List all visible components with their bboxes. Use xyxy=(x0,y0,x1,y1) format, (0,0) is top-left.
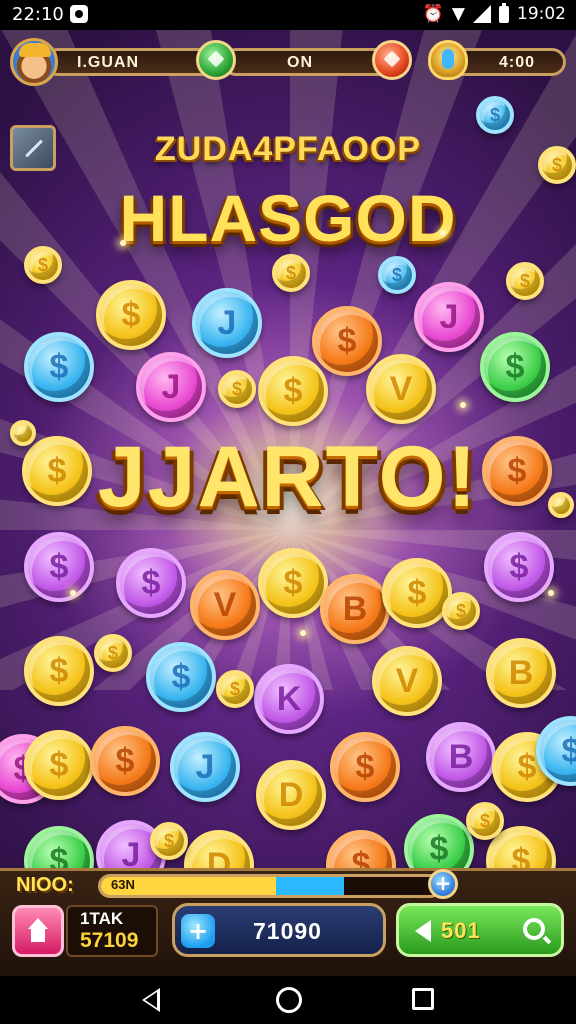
banner-subtitle: ZUDA4PFAOOP xyxy=(154,130,422,168)
back-icon[interactable] xyxy=(142,988,160,1012)
coin: D xyxy=(256,760,326,830)
coin: $ xyxy=(272,254,310,292)
wifi-icon: ▼ xyxy=(451,4,465,24)
middle-label: ON xyxy=(287,54,313,71)
coin: $ xyxy=(94,634,132,672)
balance-pill[interactable]: 71090 xyxy=(172,903,386,957)
coin: J xyxy=(170,732,240,802)
status-time-right: 19:02 xyxy=(517,4,566,24)
coin: $ xyxy=(24,332,94,402)
search-icon xyxy=(523,918,545,940)
coin: J xyxy=(136,352,206,422)
red-gem-icon[interactable] xyxy=(372,40,412,80)
bottom-label: NIOO: xyxy=(16,874,74,896)
player-avatar[interactable] xyxy=(10,38,58,86)
coin: $ xyxy=(96,280,166,350)
sparkle xyxy=(460,402,466,408)
jackpot-text: JJARTO! xyxy=(97,429,479,525)
coin: K xyxy=(254,664,324,734)
sparkle xyxy=(300,630,306,636)
player-label: I.GUAN xyxy=(77,54,139,71)
game-screen[interactable]: I.GUAN ON 4:00 ZUDA4PFAOOP HLASGOD $ $ $… xyxy=(0,30,576,976)
coin: B xyxy=(320,574,390,644)
coin: $ xyxy=(216,670,254,708)
coin: $ xyxy=(330,732,400,802)
coin: $ xyxy=(24,730,94,800)
home-button[interactable] xyxy=(12,905,64,957)
sparkle xyxy=(120,240,126,246)
arrow-left-icon xyxy=(415,920,431,942)
coin: $ xyxy=(24,532,94,602)
coin: $ xyxy=(476,96,514,134)
coin: $ xyxy=(146,642,216,712)
coin: $ xyxy=(150,822,188,860)
progress-text: 63N xyxy=(111,877,135,892)
timer-value: 4:00 xyxy=(499,54,536,71)
coin: $ xyxy=(442,592,480,630)
coin: $ xyxy=(218,370,256,408)
sparkle xyxy=(440,230,446,236)
coin: $ xyxy=(378,256,416,294)
coin: J xyxy=(192,288,262,358)
coin: V xyxy=(190,570,260,640)
banner-title: HLASGOD xyxy=(119,181,457,255)
stat-box: 1TAK 57109 xyxy=(66,905,158,957)
spin-button[interactable]: 501 xyxy=(396,903,564,957)
progress-fill xyxy=(101,877,345,895)
coin: $ xyxy=(480,332,550,402)
home-circle-icon[interactable] xyxy=(276,987,302,1013)
status-time-left: 22:10 xyxy=(12,4,64,25)
shield-icon[interactable] xyxy=(428,40,468,80)
coin: $ xyxy=(506,262,544,300)
coin: $ xyxy=(116,548,186,618)
status-bar: 22:10 ⏰ ▼ 19:02 xyxy=(0,0,576,30)
alarm-icon: ⏰ xyxy=(422,4,444,24)
coin: B xyxy=(426,722,496,792)
coin: V xyxy=(366,354,436,424)
sparkle xyxy=(548,590,554,596)
green-gem-icon[interactable] xyxy=(196,40,236,80)
balance-value: 71090 xyxy=(253,918,322,944)
sparkle xyxy=(70,590,76,596)
top-hud: I.GUAN ON 4:00 xyxy=(10,38,566,86)
recents-icon[interactable] xyxy=(412,988,434,1010)
coin: $ xyxy=(258,548,328,618)
coin: $ xyxy=(24,246,62,284)
battery-icon xyxy=(499,2,509,23)
status-icons: ⏰ ▼ 19:02 xyxy=(422,2,566,24)
coin: $ xyxy=(382,558,452,628)
signal-icon xyxy=(473,5,491,23)
coin: $ xyxy=(466,802,504,840)
coin: V xyxy=(372,646,442,716)
spin-value: 501 xyxy=(441,918,481,943)
coin: $ xyxy=(484,532,554,602)
coin: $ xyxy=(538,146,576,184)
notification-icon xyxy=(70,5,88,23)
add-progress-button[interactable]: + xyxy=(428,869,458,899)
stat-line2: 57109 xyxy=(80,929,139,952)
plus-badge-icon xyxy=(181,914,215,948)
coin: $ xyxy=(24,636,94,706)
coin: J xyxy=(414,282,484,352)
coin: $ xyxy=(312,306,382,376)
coin: $ xyxy=(90,726,160,796)
navigation-bar xyxy=(0,976,576,1024)
coin: B xyxy=(486,638,556,708)
progress-bar: 63N xyxy=(98,874,442,898)
coin: $ xyxy=(258,356,328,426)
bottom-hud: NIOO: 63N + 1TAK 57109 71090 501 xyxy=(0,868,576,979)
stat-line1: 1TAK xyxy=(80,909,124,928)
